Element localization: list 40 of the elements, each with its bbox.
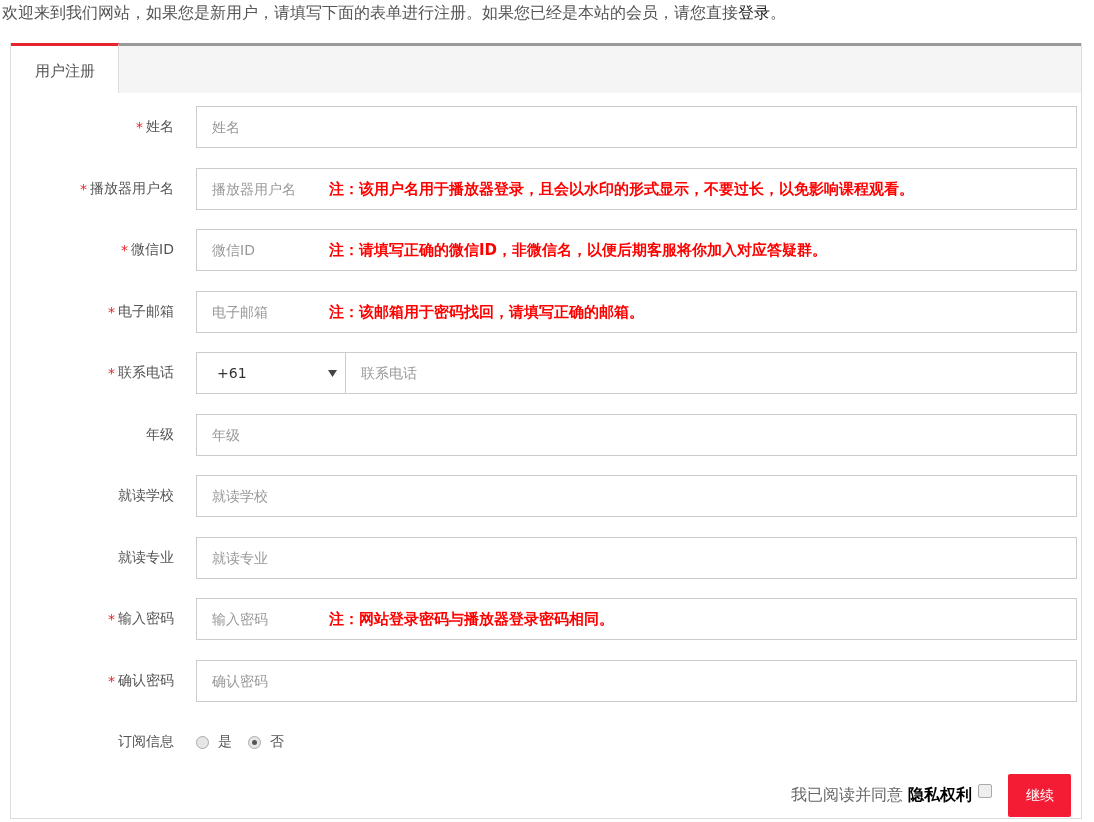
radio-label: 是 — [218, 733, 232, 751]
field-label: 就读学校 — [118, 487, 174, 505]
radio-button[interactable] — [248, 735, 261, 749]
required-asterisk: * — [80, 180, 87, 197]
agree-checkbox[interactable] — [978, 783, 992, 798]
input-field[interactable]: 年级 — [196, 413, 1077, 456]
field-note: 注：请填写正确的微信ID，非微信名，以便后期客服将你加入对应答疑群。 — [329, 241, 828, 260]
field-label: 姓名 — [146, 118, 174, 136]
radio-label: 否 — [270, 733, 284, 751]
field-label: 确认密码 — [118, 671, 174, 690]
caret-icon — [328, 369, 337, 377]
agreement-text: 我已阅读并同意 隐私权利 — [790, 785, 972, 806]
input-field[interactable]: 联系电话 — [346, 352, 1077, 394]
required-asterisk: * — [136, 119, 143, 135]
field-label: 电子邮箱 — [118, 302, 174, 321]
required-asterisk: * — [108, 303, 115, 320]
input-field[interactable]: 就读专业 — [196, 536, 1077, 579]
field-label: 就读专业 — [118, 548, 174, 567]
login-link[interactable]: 登录 — [738, 3, 770, 22]
tab[interactable]: 用户注册 — [11, 43, 119, 93]
required-asterisk: * — [108, 611, 115, 627]
field-label: 微信ID — [131, 241, 174, 259]
required-asterisk: * — [108, 672, 115, 689]
required-asterisk: * — [121, 242, 129, 258]
input-field[interactable]: 确认密码 — [196, 659, 1077, 702]
intro-text: 欢迎来到我们网站，如果您是新用户，请填写下面的表单进行注册。如果您已经是本站的会员，请您直接登录。 — [1, 2, 787, 24]
field-label: 输入密码 — [118, 610, 174, 628]
field-label: 联系电话 — [118, 364, 174, 382]
field-label: 订阅信息 — [118, 733, 174, 751]
field-note: 注：该邮箱用于密码找回，请填写正确的邮箱。 — [329, 302, 644, 322]
field-label: 播放器用户名 — [90, 179, 174, 198]
radio-button[interactable] — [196, 735, 209, 749]
field-note: 注：网站登录密码与播放器登录密码相同。 — [329, 610, 614, 629]
input-field[interactable]: 就读学校 — [196, 475, 1077, 517]
continue-button[interactable]: 继续 — [1008, 774, 1071, 817]
input-field[interactable]: 姓名 — [196, 106, 1077, 148]
field-note: 注：该用户名用于播放器登录，且会以水印的形式显示，不要过长，以免影响课程观看。 — [329, 179, 914, 199]
country-code-select[interactable]: +61 — [196, 352, 346, 394]
required-asterisk: * — [108, 365, 115, 381]
field-label: 年级 — [146, 425, 174, 444]
